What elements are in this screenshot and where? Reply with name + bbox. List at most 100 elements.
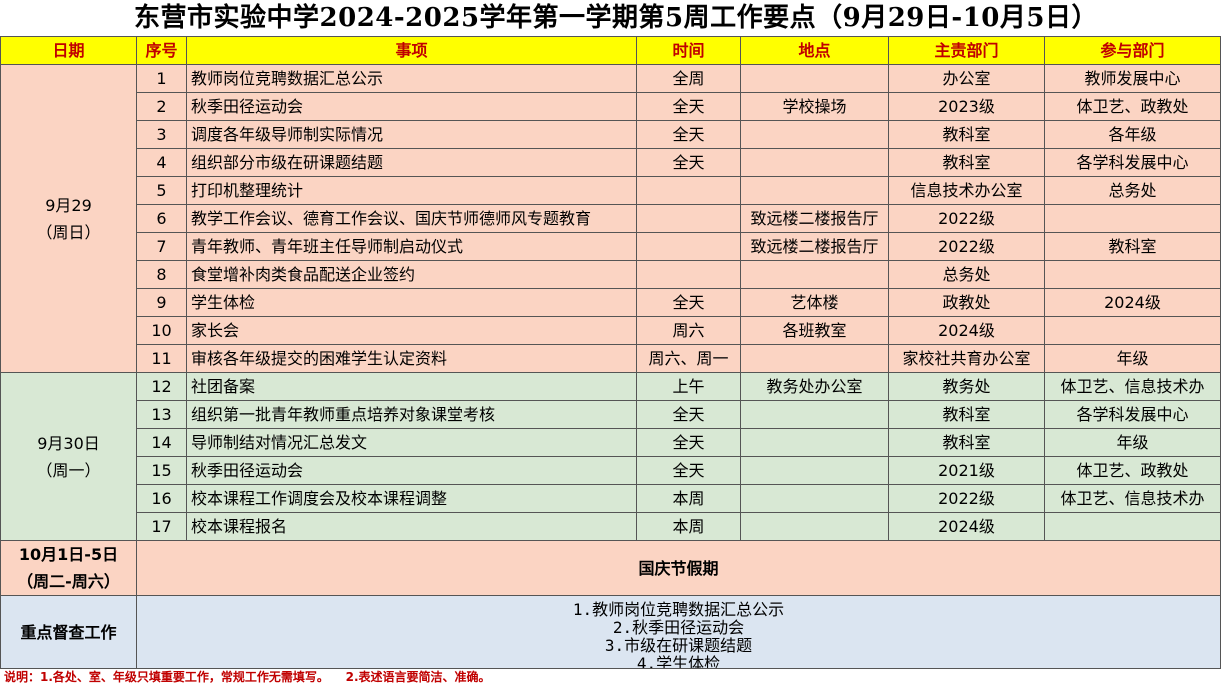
participant-dept-cell[interactable]: 各学科发展中心 [1044, 148, 1221, 177]
column-header[interactable]: 时间 [636, 36, 741, 65]
task-cell[interactable]: 调度各年级导师制实际情况 [186, 120, 637, 149]
task-cell[interactable]: 学生体检 [186, 288, 637, 317]
time-cell[interactable]: 全天 [636, 92, 741, 121]
row-number[interactable]: 9 [136, 288, 187, 317]
row-number[interactable]: 8 [136, 260, 187, 289]
participant-dept-cell[interactable]: 教师发展中心 [1044, 64, 1221, 93]
date-cell[interactable]: 9月30日 （周一） [0, 372, 137, 541]
date-cell[interactable]: 9月29 （周日） [0, 64, 137, 373]
lead-dept-cell[interactable]: 教科室 [888, 400, 1045, 429]
column-header[interactable]: 序号 [136, 36, 187, 65]
location-cell[interactable] [740, 260, 889, 289]
holiday-cell[interactable]: 国庆节假期 [136, 540, 1221, 596]
lead-dept-cell[interactable]: 总务处 [888, 260, 1045, 289]
task-cell[interactable]: 家长会 [186, 316, 637, 345]
location-cell[interactable]: 艺体楼 [740, 288, 889, 317]
time-cell[interactable] [636, 204, 741, 233]
location-cell[interactable] [740, 484, 889, 513]
key-work-list[interactable]: 1.教师岗位竞聘数据汇总公示 2.秋季田径运动会 3.市级在研课题结题 4.学生体检 [136, 595, 1221, 669]
participant-dept-cell[interactable] [1044, 204, 1221, 233]
lead-dept-cell[interactable]: 2022级 [888, 484, 1045, 513]
row-number[interactable]: 4 [136, 148, 187, 177]
row-number[interactable]: 7 [136, 232, 187, 261]
lead-dept-cell[interactable]: 2021级 [888, 456, 1045, 485]
lead-dept-cell[interactable]: 信息技术办公室 [888, 176, 1045, 205]
task-cell[interactable]: 食堂增补肉类食品配送企业签约 [186, 260, 637, 289]
location-cell[interactable]: 学校操场 [740, 92, 889, 121]
lead-dept-cell[interactable]: 教务处 [888, 372, 1045, 401]
row-number[interactable]: 17 [136, 512, 187, 541]
location-cell[interactable]: 各班教室 [740, 316, 889, 345]
location-cell[interactable] [740, 512, 889, 541]
time-cell[interactable] [636, 260, 741, 289]
task-cell[interactable]: 组织第一批青年教师重点培养对象课堂考核 [186, 400, 637, 429]
time-cell[interactable]: 周六 [636, 316, 741, 345]
lead-dept-cell[interactable]: 2022级 [888, 204, 1045, 233]
row-number[interactable]: 16 [136, 484, 187, 513]
time-cell[interactable]: 上午 [636, 372, 741, 401]
lead-dept-cell[interactable]: 办公室 [888, 64, 1045, 93]
participant-dept-cell[interactable]: 体卫艺、信息技术办 [1044, 372, 1221, 401]
time-cell[interactable]: 全天 [636, 428, 741, 457]
location-cell[interactable] [740, 428, 889, 457]
location-cell[interactable] [740, 176, 889, 205]
key-work-label[interactable]: 重点督查工作 [0, 595, 137, 669]
column-header[interactable]: 地点 [740, 36, 889, 65]
lead-dept-cell[interactable]: 2022级 [888, 232, 1045, 261]
participant-dept-cell[interactable]: 总务处 [1044, 176, 1221, 205]
row-number[interactable]: 11 [136, 344, 187, 373]
lead-dept-cell[interactable]: 2024级 [888, 512, 1045, 541]
time-cell[interactable]: 本周 [636, 484, 741, 513]
participant-dept-cell[interactable]: 各年级 [1044, 120, 1221, 149]
location-cell[interactable] [740, 344, 889, 373]
lead-dept-cell[interactable]: 教科室 [888, 148, 1045, 177]
column-header[interactable]: 事项 [186, 36, 637, 65]
lead-dept-cell[interactable]: 家校社共育办公室 [888, 344, 1045, 373]
time-cell[interactable]: 全天 [636, 288, 741, 317]
time-cell[interactable]: 全天 [636, 456, 741, 485]
time-cell[interactable]: 全周 [636, 64, 741, 93]
participant-dept-cell[interactable] [1044, 512, 1221, 541]
location-cell[interactable] [740, 64, 889, 93]
lead-dept-cell[interactable]: 2024级 [888, 316, 1045, 345]
row-number[interactable]: 12 [136, 372, 187, 401]
task-cell[interactable]: 审核各年级提交的困难学生认定资料 [186, 344, 637, 373]
time-cell[interactable]: 全天 [636, 120, 741, 149]
task-cell[interactable]: 秋季田径运动会 [186, 92, 637, 121]
lead-dept-cell[interactable]: 教科室 [888, 428, 1045, 457]
location-cell[interactable] [740, 400, 889, 429]
participant-dept-cell[interactable]: 教科室 [1044, 232, 1221, 261]
participant-dept-cell[interactable]: 2024级 [1044, 288, 1221, 317]
row-number[interactable]: 3 [136, 120, 187, 149]
row-number[interactable]: 6 [136, 204, 187, 233]
task-cell[interactable]: 教学工作会议、德育工作会议、国庆节师德师风专题教育 [186, 204, 637, 233]
column-header[interactable]: 日期 [0, 36, 137, 65]
row-number[interactable]: 5 [136, 176, 187, 205]
participant-dept-cell[interactable]: 体卫艺、政教处 [1044, 92, 1221, 121]
task-cell[interactable]: 教师岗位竞聘数据汇总公示 [186, 64, 637, 93]
time-cell[interactable]: 周六、周一 [636, 344, 741, 373]
task-cell[interactable]: 校本课程报名 [186, 512, 637, 541]
participant-dept-cell[interactable] [1044, 316, 1221, 345]
row-number[interactable]: 10 [136, 316, 187, 345]
participant-dept-cell[interactable]: 体卫艺、政教处 [1044, 456, 1221, 485]
lead-dept-cell[interactable]: 教科室 [888, 120, 1045, 149]
task-cell[interactable]: 导师制结对情况汇总发文 [186, 428, 637, 457]
participant-dept-cell[interactable]: 年级 [1044, 428, 1221, 457]
lead-dept-cell[interactable]: 2023级 [888, 92, 1045, 121]
task-cell[interactable]: 打印机整理统计 [186, 176, 637, 205]
location-cell[interactable] [740, 148, 889, 177]
participant-dept-cell[interactable]: 年级 [1044, 344, 1221, 373]
task-cell[interactable]: 组织部分市级在研课题结题 [186, 148, 637, 177]
lead-dept-cell[interactable]: 政教处 [888, 288, 1045, 317]
task-cell[interactable]: 校本课程工作调度会及校本课程调整 [186, 484, 637, 513]
column-header[interactable]: 主责部门 [888, 36, 1045, 65]
participant-dept-cell[interactable]: 各学科发展中心 [1044, 400, 1221, 429]
time-cell[interactable]: 本周 [636, 512, 741, 541]
location-cell[interactable]: 教务处办公室 [740, 372, 889, 401]
task-cell[interactable]: 社团备案 [186, 372, 637, 401]
row-number[interactable]: 14 [136, 428, 187, 457]
row-number[interactable]: 2 [136, 92, 187, 121]
time-cell[interactable] [636, 176, 741, 205]
location-cell[interactable]: 致远楼二楼报告厅 [740, 204, 889, 233]
